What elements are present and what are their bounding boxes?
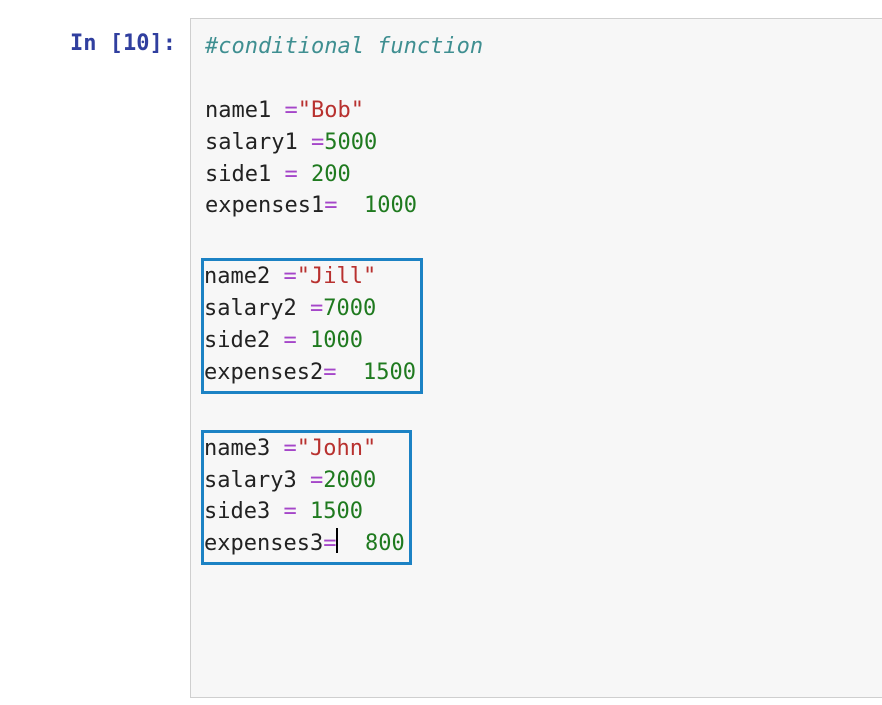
number-literal: 800: [365, 532, 405, 557]
number-literal: 200: [311, 162, 351, 187]
prompt-open: [: [110, 31, 123, 56]
identifier: name1: [205, 98, 271, 123]
comment: #conditional function: [205, 34, 483, 59]
code-block: name1 ="Bob"salary1 =5000side1 = 200expe…: [205, 95, 868, 223]
code-editor[interactable]: #conditional functionname1 ="Bob"salary1…: [205, 31, 868, 565]
operator: =: [283, 499, 296, 524]
blank-line[interactable]: [205, 63, 868, 95]
operator: =: [310, 296, 323, 321]
operator: =: [324, 193, 337, 218]
string-literal: "Bob": [298, 98, 364, 123]
prompt-in-label: In: [70, 31, 110, 56]
code-line[interactable]: side3 = 1500: [204, 496, 405, 528]
string-literal: "John": [297, 436, 376, 461]
block-wrapper: name3 ="John"salary3 =2000side3 = 1500ex…: [205, 426, 868, 566]
number-literal: 5000: [324, 130, 377, 155]
blank-line[interactable]: [205, 394, 868, 426]
code-line[interactable]: expenses1= 1000: [205, 190, 868, 222]
operator: =: [284, 98, 297, 123]
prompt: In [10]:: [0, 18, 190, 60]
operator: =: [284, 162, 297, 187]
block-wrapper: name1 ="Bob"salary1 =5000side1 = 200expe…: [205, 95, 868, 223]
code-line[interactable]: name1 ="Bob": [205, 95, 868, 127]
code-input-area[interactable]: #conditional functionname1 ="Bob"salary1…: [190, 18, 882, 698]
identifier: name3: [204, 436, 270, 461]
block-wrapper: name2 ="Jill"salary2 =7000side2 = 1000ex…: [205, 254, 868, 394]
identifier: name2: [204, 264, 270, 289]
highlighted-code-block: name3 ="John"salary3 =2000side3 = 1500ex…: [201, 430, 412, 566]
operator: =: [283, 328, 296, 353]
number-literal: 1000: [364, 193, 417, 218]
number-literal: 1500: [363, 360, 416, 385]
code-line[interactable]: salary2 =7000: [204, 293, 416, 325]
identifier: expenses2: [204, 360, 323, 385]
code-line[interactable]: name3 ="John": [204, 433, 405, 465]
string-literal: "Jill": [297, 264, 376, 289]
identifier: side1: [205, 162, 271, 187]
identifier: salary1: [205, 130, 298, 155]
code-line[interactable]: #conditional function: [205, 31, 868, 63]
number-literal: 2000: [323, 468, 376, 493]
code-line[interactable]: expenses2= 1500: [204, 357, 416, 389]
identifier: side2: [204, 328, 270, 353]
code-line[interactable]: name2 ="Jill": [204, 261, 416, 293]
code-line[interactable]: side2 = 1000: [204, 325, 416, 357]
prompt-close: ]:: [150, 31, 177, 56]
prompt-number: 10: [123, 31, 150, 56]
highlighted-code-block: name2 ="Jill"salary2 =7000side2 = 1000ex…: [201, 258, 423, 394]
identifier: expenses1: [205, 193, 324, 218]
number-literal: 7000: [323, 296, 376, 321]
identifier: side3: [204, 499, 270, 524]
number-literal: 1000: [310, 328, 363, 353]
code-line[interactable]: salary1 =5000: [205, 127, 868, 159]
code-line[interactable]: expenses3= 800: [204, 528, 405, 560]
identifier: salary2: [204, 296, 297, 321]
identifier: salary3: [204, 468, 297, 493]
operator: =: [323, 360, 336, 385]
number-literal: 1500: [310, 499, 363, 524]
code-line[interactable]: salary3 =2000: [204, 465, 405, 497]
operator: =: [323, 532, 336, 557]
operator: =: [283, 436, 296, 461]
operator: =: [283, 264, 296, 289]
operator: =: [311, 130, 324, 155]
code-line[interactable]: side1 = 200: [205, 159, 868, 191]
blank-line[interactable]: [205, 222, 868, 254]
identifier: expenses3: [204, 532, 323, 557]
operator: =: [310, 468, 323, 493]
notebook-cell: In [10]: #conditional functionname1 ="Bo…: [0, 0, 882, 698]
